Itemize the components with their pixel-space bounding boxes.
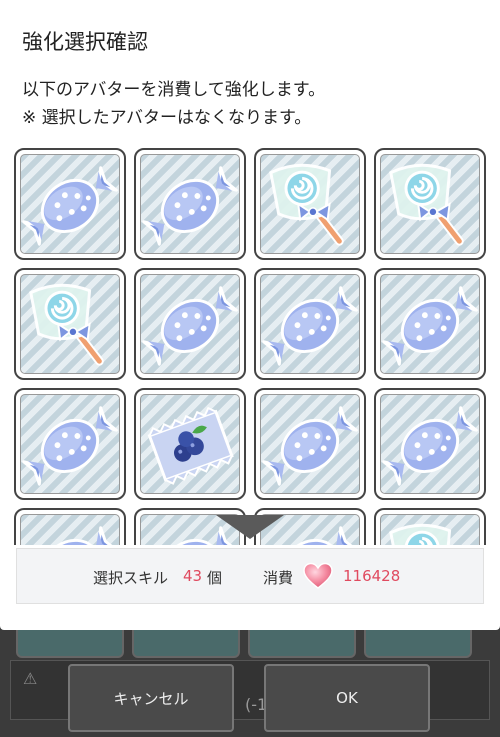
avatar-tile[interactable] xyxy=(134,268,246,380)
lollipop-icon xyxy=(260,154,360,254)
avatar-tile[interactable] xyxy=(14,148,126,260)
wrapped-candy-icon xyxy=(20,394,120,494)
confirm-dialog: 強化選択確認 以下のアバターを消費して強化します。 ※ 選択したアバターはなくな… xyxy=(0,0,500,630)
avatar-tile[interactable] xyxy=(374,268,486,380)
ok-button[interactable]: OK xyxy=(264,664,430,732)
lollipop-icon xyxy=(20,274,120,374)
avatar-tile[interactable] xyxy=(374,388,486,500)
avatar-tile[interactable] xyxy=(14,508,126,545)
wrapped-candy-icon xyxy=(20,154,120,254)
selected-label: 選択スキル xyxy=(93,569,169,587)
avatar-grid xyxy=(14,148,486,545)
dialog-title: 強化選択確認 xyxy=(22,30,148,54)
wrapped-candy-icon xyxy=(140,274,240,374)
scroll-down-arrow-icon[interactable] xyxy=(216,515,284,539)
blueberry-candy-pack-icon xyxy=(140,394,240,494)
wrapped-candy-icon xyxy=(380,394,480,494)
avatar-tile[interactable] xyxy=(254,148,366,260)
selected-count: 43 xyxy=(183,567,203,585)
dialog-description: 以下のアバターを消費して強化します。 ※ 選択したアバターはなくなります。 xyxy=(22,76,325,132)
avatar-tile[interactable] xyxy=(254,388,366,500)
cancel-button[interactable]: キャンセル xyxy=(68,664,234,732)
cost-label: 消費 xyxy=(263,569,294,587)
cost-value: 116428 xyxy=(343,567,401,585)
heart-icon xyxy=(303,562,333,589)
avatar-tile[interactable] xyxy=(14,268,126,380)
wrapped-candy-icon xyxy=(260,274,360,374)
description-line-2: ※ 選択したアバターはなくなります。 xyxy=(22,108,312,128)
lollipop-icon xyxy=(380,154,480,254)
avatar-tile[interactable] xyxy=(14,388,126,500)
summary-bar: 選択スキル 43 個 消費 116428 xyxy=(16,548,484,604)
warning-icon: ⚠ xyxy=(23,669,38,688)
wrapped-candy-icon xyxy=(20,514,120,545)
avatar-tile[interactable] xyxy=(374,148,486,260)
selected-unit: 個 xyxy=(207,569,223,587)
wrapped-candy-icon xyxy=(380,274,480,374)
lollipop-icon xyxy=(380,514,480,545)
description-line-1: 以下のアバターを消費して強化します。 xyxy=(22,80,326,100)
wrapped-candy-icon xyxy=(260,394,360,494)
avatar-tile[interactable] xyxy=(134,388,246,500)
avatar-grid-scroll[interactable] xyxy=(0,145,500,545)
avatar-tile[interactable] xyxy=(134,148,246,260)
avatar-tile[interactable] xyxy=(254,268,366,380)
avatar-tile[interactable] xyxy=(374,508,486,545)
wrapped-candy-icon xyxy=(140,154,240,254)
